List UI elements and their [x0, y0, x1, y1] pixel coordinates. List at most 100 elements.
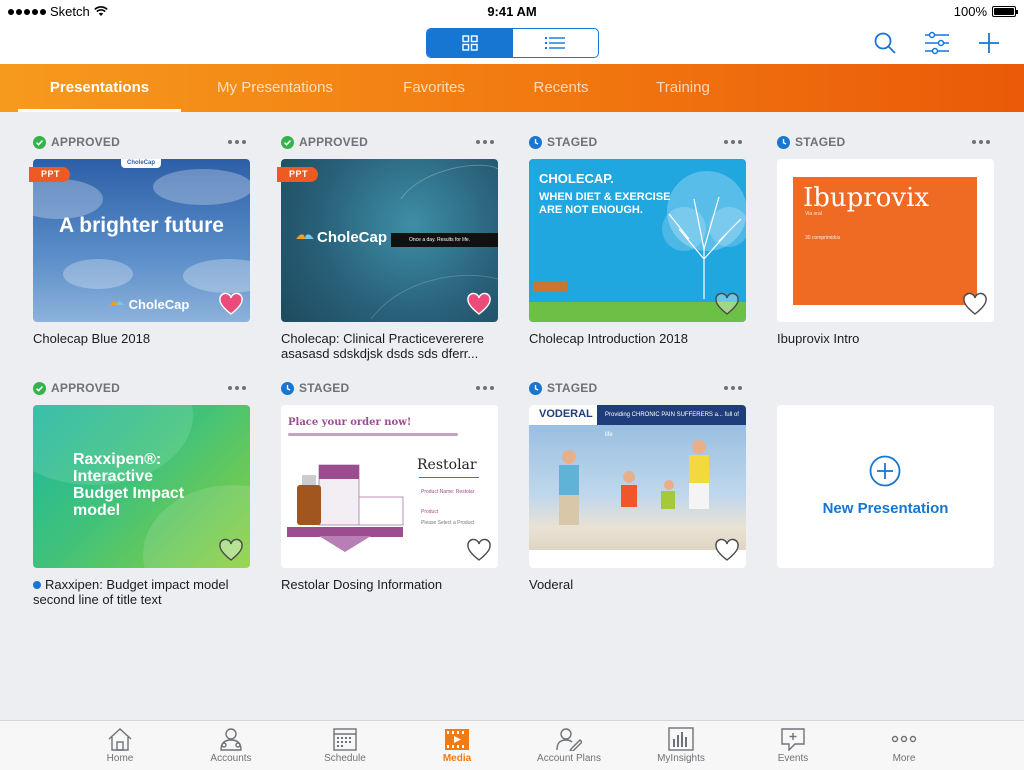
card-title: Raxxipen: Budget impact model second lin… — [33, 577, 229, 607]
status-bar: Sketch 9:41 AM 100% — [0, 0, 1024, 22]
product-box-illustration — [297, 464, 404, 526]
favorite-heart-outline-icon[interactable] — [962, 292, 988, 318]
tab-myinsights[interactable]: MyInsights — [636, 727, 726, 764]
ppt-badge: PPT — [29, 167, 71, 182]
thumbnail-field: Product Name: Restolar — [421, 489, 475, 495]
bottom-tab-bar: Home Accounts Schedule Media Account Pla… — [0, 720, 1024, 770]
more-options-button[interactable] — [228, 379, 246, 397]
clock-icon — [281, 381, 294, 395]
more-options-button[interactable] — [228, 133, 246, 151]
unread-dot — [33, 581, 41, 589]
thumbnail-headline: CHOLECAP. — [539, 171, 614, 186]
add-button[interactable] — [974, 28, 1004, 58]
filter-button[interactable] — [922, 28, 952, 58]
more-options-button[interactable] — [972, 133, 990, 151]
clock-icon — [529, 135, 542, 149]
thumbnail-brand: CholeCap — [109, 297, 189, 312]
presentation-card[interactable]: STAGED Place your order now! Restolar Pr… — [281, 379, 498, 592]
tab-accounts[interactable]: Accounts — [186, 727, 276, 764]
favorite-heart-outline-icon[interactable] — [466, 538, 492, 564]
favorite-heart-outline-icon[interactable] — [218, 538, 244, 564]
battery-icon — [992, 6, 1018, 17]
calendar-icon — [333, 728, 357, 751]
clock-icon — [529, 381, 542, 395]
card-title: Voderal — [529, 577, 574, 592]
tab-schedule[interactable]: Schedule — [300, 727, 390, 764]
tab-training[interactable]: Training — [636, 64, 730, 112]
presentation-card[interactable]: STAGED Ibuprovix Via oral 30 comprimidos… — [777, 133, 994, 346]
account-plans-icon — [556, 728, 582, 751]
thumbnail-logo: VODERAL — [539, 408, 593, 420]
tab-presentations[interactable]: Presentations — [18, 64, 181, 112]
grid-view-icon — [462, 35, 478, 51]
check-circle-icon — [33, 135, 46, 149]
card-title: Ibuprovix Intro — [777, 331, 860, 346]
thumbnail-headline: Ibuprovix — [803, 183, 930, 213]
status-label: STAGED — [529, 133, 746, 151]
grid-view-button[interactable] — [427, 29, 513, 57]
new-presentation-card[interactable]: New Presentation — [777, 405, 994, 568]
battery-percent: 100% — [953, 4, 987, 19]
clock-icon — [777, 135, 790, 149]
more-options-button[interactable] — [476, 133, 494, 151]
thumbnail-small-text: Via oral — [805, 211, 822, 217]
search-button[interactable] — [870, 28, 900, 58]
ppt-badge: PPT — [277, 167, 319, 182]
thumbnail-headline: A brighter future — [59, 214, 224, 237]
presentation-card[interactable]: APPROVED Raxxipen®: Interactive Budget I… — [33, 379, 250, 607]
favorite-heart-outline-icon[interactable] — [714, 292, 740, 318]
thumbnail-headline: Raxxipen®: Interactive Budget Impact mod… — [73, 451, 185, 519]
status-label: APPROVED — [281, 133, 498, 151]
check-circle-icon — [33, 381, 46, 395]
tab-recents[interactable]: Recents — [516, 64, 606, 112]
category-tabs: Presentations My Presentations Favorites… — [0, 64, 1024, 112]
presentation-card[interactable]: STAGED CHOLECAP. WHEN DIET & EXERCISE ARE… — [529, 133, 746, 346]
more-options-button[interactable] — [476, 379, 494, 397]
thumbnail-top-brand: CholeCap — [121, 159, 162, 168]
thumbnail-rule — [419, 477, 479, 478]
status-label: STAGED — [281, 379, 498, 397]
thumbnail-subline: WHEN DIET & EXERCISE ARE NOT ENOUGH. — [539, 191, 671, 216]
list-view-button[interactable] — [513, 29, 599, 57]
card-title: Cholecap Introduction 2018 — [529, 331, 689, 346]
cholecap-logo-icon — [296, 234, 314, 239]
favorite-heart-icon[interactable] — [466, 292, 492, 318]
plus-circle-icon — [869, 455, 901, 487]
events-icon — [781, 728, 805, 751]
clock: 9:41 AM — [487, 4, 537, 19]
tab-home[interactable]: Home — [75, 727, 165, 764]
tab-events[interactable]: Events — [748, 727, 838, 764]
more-options-button[interactable] — [724, 379, 742, 397]
tab-my-presentations[interactable]: My Presentations — [196, 64, 354, 112]
favorite-heart-outline-icon[interactable] — [714, 538, 740, 564]
thumbnail-tagline: Once a day. Results for life. — [391, 233, 498, 247]
cholecap-logo-icon — [110, 301, 124, 305]
favorite-heart-icon[interactable] — [218, 292, 244, 318]
media-icon — [445, 729, 469, 750]
status-label: STAGED — [777, 133, 994, 151]
thumbnail-field: Please Select a Product — [421, 520, 475, 526]
tab-media[interactable]: Media — [412, 727, 502, 764]
add-icon — [979, 33, 999, 53]
tab-more[interactable]: More — [859, 727, 949, 764]
list-view-icon — [545, 37, 566, 49]
thumbnail-small-text: 30 comprimidos — [805, 235, 841, 241]
status-label: APPROVED — [33, 379, 250, 397]
more-options-button[interactable] — [724, 133, 742, 151]
toolbar-actions — [870, 28, 1004, 58]
tab-account-plans[interactable]: Account Plans — [524, 727, 614, 764]
card-title: Restolar Dosing Information — [281, 577, 443, 592]
tab-favorites[interactable]: Favorites — [384, 64, 484, 112]
thumbnail-brand: Restolar — [417, 457, 477, 473]
check-circle-icon — [281, 135, 294, 149]
thumbnail-pointer — [319, 536, 371, 552]
thumbnail-header: Place your order now! — [288, 417, 412, 428]
insights-icon — [668, 727, 694, 751]
thumbnail-divider — [288, 433, 458, 436]
card-title: Cholecap: Clinical Practicevererere asas… — [281, 331, 485, 361]
toolbar — [0, 22, 1024, 64]
presentation-card[interactable]: APPROVED CholeCap Once a day. Results fo… — [277, 133, 498, 361]
view-toggle — [426, 28, 599, 58]
presentation-card[interactable]: APPROVED CholeCap A brighter future Chol… — [29, 133, 250, 346]
presentation-card[interactable]: STAGED VODERAL Providing CHRONIC PAIN SU… — [529, 379, 746, 592]
